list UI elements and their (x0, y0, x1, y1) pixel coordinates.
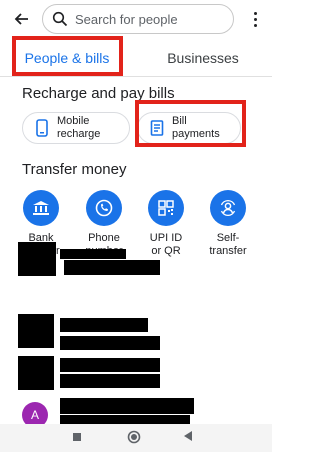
redacted-contact-detail (60, 336, 160, 350)
mobile-recharge-chip[interactable]: Mobile recharge (22, 112, 130, 144)
system-nav-bar (0, 424, 272, 452)
redacted-contact-name (60, 398, 194, 414)
search-icon (52, 11, 68, 27)
tabs-divider (0, 76, 272, 77)
phone-icon (36, 119, 48, 137)
recents-icon[interactable] (73, 433, 81, 441)
search-input[interactable]: Search for people (42, 4, 234, 34)
top-bar: Search for people (0, 0, 272, 40)
redacted-contact-name (60, 249, 126, 259)
self-transfer-label: Self- transfer (209, 232, 247, 257)
redacted-contact-name (60, 358, 160, 372)
highlight-box-tab (12, 36, 123, 76)
self-transfer-button[interactable]: Self- transfer (202, 190, 254, 258)
phone-call-icon (86, 190, 122, 226)
more-options-icon[interactable] (250, 8, 260, 30)
upi-id-or-qr-button[interactable]: UPI ID or QR (140, 190, 192, 258)
upi-id-or-qr-label: UPI ID or QR (149, 232, 183, 257)
highlight-box-bill-payments (135, 100, 246, 147)
redacted-avatar[interactable] (18, 242, 56, 276)
mobile-recharge-label: Mobile recharge (57, 115, 101, 140)
home-icon[interactable] (127, 430, 141, 444)
back-arrow-icon[interactable] (10, 8, 32, 30)
transfer-section-title: Transfer money (22, 161, 127, 178)
nav-back-icon[interactable] (184, 431, 192, 441)
self-transfer-icon (210, 190, 246, 226)
redacted-avatar[interactable] (18, 356, 54, 390)
bank-icon (23, 190, 59, 226)
tab-businesses[interactable]: Businesses (150, 38, 256, 78)
qr-code-icon (148, 190, 184, 226)
redacted-contact-name (60, 318, 148, 332)
phone-number-button[interactable]: Phone number (78, 190, 130, 258)
search-placeholder: Search for people (75, 12, 178, 27)
redacted-contact-detail (64, 260, 160, 275)
redacted-contact-detail (60, 374, 160, 388)
redacted-avatar[interactable] (18, 314, 54, 348)
